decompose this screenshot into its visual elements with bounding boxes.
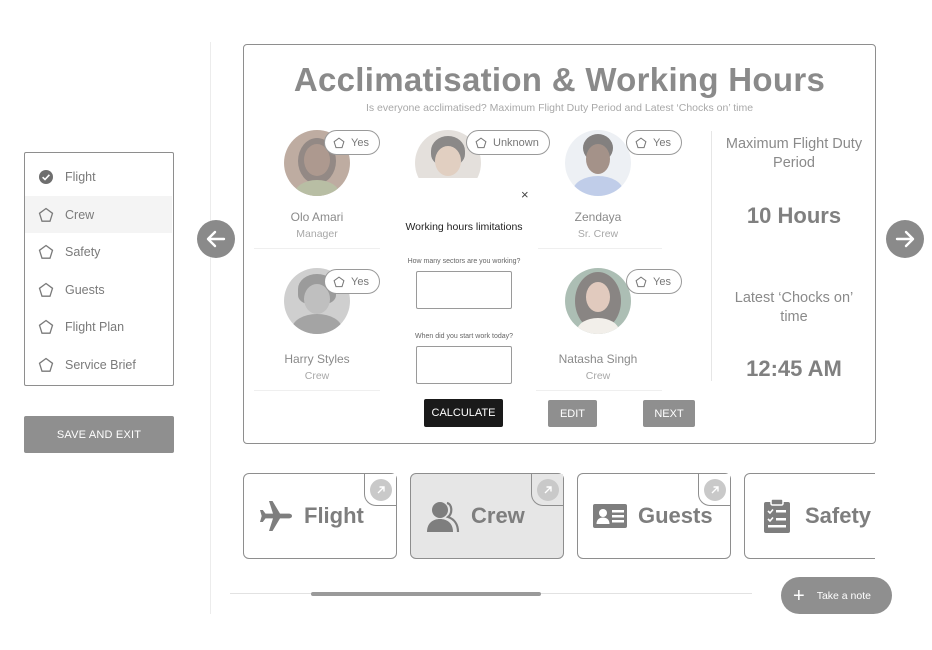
crew-role: Crew bbox=[585, 370, 611, 382]
status-label: Yes bbox=[653, 275, 671, 288]
sidebar-item-safety[interactable]: Safety bbox=[25, 233, 172, 270]
pentagon-icon bbox=[475, 136, 487, 148]
calculate-button[interactable]: CALCULATE bbox=[424, 399, 503, 427]
check-circle-icon bbox=[39, 169, 53, 184]
pentagon-icon bbox=[635, 275, 647, 287]
sidebar-nav: Flight Crew Safety Guests Flight Plan Se… bbox=[24, 152, 174, 386]
sidebar-item-flight-plan[interactable]: Flight Plan bbox=[25, 308, 172, 345]
chocks-on-label: Latest ‘Chocks on’ time bbox=[734, 290, 854, 325]
save-and-exit-button[interactable]: SAVE AND EXIT bbox=[24, 416, 174, 453]
max-fdp-value: 10 Hours bbox=[746, 203, 842, 228]
sidebar-item-label: Service Brief bbox=[65, 357, 136, 372]
pentagon-icon bbox=[333, 275, 345, 287]
previous-button[interactable] bbox=[197, 220, 235, 258]
row-divider bbox=[254, 248, 380, 249]
row-divider bbox=[254, 390, 380, 391]
pentagon-icon bbox=[635, 136, 647, 148]
carousel-scrollbar[interactable] bbox=[311, 592, 541, 596]
sidebar-item-label: Flight bbox=[65, 169, 96, 184]
arrow-left-icon bbox=[206, 230, 226, 248]
card-guests[interactable]: Guests bbox=[577, 473, 731, 559]
avatar bbox=[565, 268, 631, 334]
sidebar-item-label: Safety bbox=[65, 244, 101, 259]
close-icon[interactable]: × bbox=[521, 187, 529, 202]
status-chip[interactable]: Yes bbox=[324, 269, 380, 294]
crew-name: Olo Amari bbox=[290, 210, 344, 224]
working-hours-modal: × Working hours limitations How many sec… bbox=[390, 178, 538, 388]
card-label: Guests bbox=[638, 503, 713, 528]
crew-role: Sr. Crew bbox=[577, 228, 619, 240]
avatar bbox=[565, 130, 631, 196]
card-crew[interactable]: Crew bbox=[410, 473, 564, 559]
crew-role: Crew bbox=[304, 370, 330, 382]
max-fdp-label: Maximum Flight Duty Period bbox=[725, 136, 863, 171]
next-arrow-button[interactable] bbox=[886, 220, 924, 258]
plus-icon: + bbox=[793, 584, 805, 607]
sidebar-item-guests[interactable]: Guests bbox=[25, 271, 172, 308]
start-time-input[interactable] bbox=[416, 346, 512, 384]
card-label: Crew bbox=[471, 503, 525, 528]
card-corner bbox=[364, 474, 396, 506]
arrow-right-icon bbox=[895, 230, 915, 248]
pentagon-icon bbox=[38, 244, 54, 259]
crew-name: Natasha Singh bbox=[558, 352, 638, 366]
clipboard-icon bbox=[764, 498, 790, 533]
airplane-icon bbox=[260, 501, 292, 531]
sidebar-item-label: Flight Plan bbox=[65, 319, 125, 334]
pentagon-icon bbox=[38, 282, 54, 297]
crew-icon bbox=[427, 501, 460, 533]
pentagon-icon bbox=[333, 136, 345, 148]
card-safety[interactable]: Safety bbox=[744, 473, 875, 559]
sidebar-item-label: Crew bbox=[65, 207, 95, 222]
card-corner bbox=[531, 474, 563, 506]
sidebar-item-service-brief[interactable]: Service Brief bbox=[25, 346, 172, 383]
chocks-on-value: 12:45 AM bbox=[746, 356, 842, 381]
edit-button[interactable]: EDIT bbox=[548, 400, 597, 427]
status-label: Yes bbox=[351, 136, 369, 149]
card-label: Safety bbox=[805, 503, 872, 528]
take-a-note-label: Take a note bbox=[816, 589, 871, 602]
row-divider bbox=[536, 390, 662, 391]
acclimatisation-panel: Acclimatisation & Working Hours Is every… bbox=[243, 44, 876, 444]
sectors-input[interactable] bbox=[416, 271, 512, 309]
status-chip[interactable]: Yes bbox=[324, 130, 380, 155]
external-link-icon bbox=[369, 478, 392, 501]
card-corner bbox=[698, 474, 730, 506]
pentagon-icon bbox=[38, 319, 54, 334]
status-chip[interactable]: Yes bbox=[626, 269, 682, 294]
crew-role: Manager bbox=[296, 228, 338, 240]
sidebar-item-flight[interactable]: Flight bbox=[25, 158, 172, 195]
status-label: Unknown bbox=[493, 136, 539, 149]
row-divider bbox=[536, 248, 662, 249]
modal-title: Working hours limitations bbox=[405, 221, 523, 233]
external-link-icon bbox=[703, 478, 726, 501]
pentagon-icon bbox=[38, 207, 54, 222]
sidebar-item-label: Guests bbox=[65, 282, 105, 297]
external-link-icon bbox=[536, 478, 559, 501]
crew-name: Zendaya bbox=[574, 210, 622, 224]
start-time-question: When did you start work today? bbox=[414, 333, 514, 340]
page-title: Acclimatisation & Working Hours bbox=[293, 61, 826, 98]
sectors-question: How many sectors are you working? bbox=[407, 258, 521, 265]
pentagon-icon bbox=[38, 357, 54, 372]
crew-name: Harry Styles bbox=[284, 352, 350, 366]
status-chip[interactable]: Yes bbox=[626, 130, 682, 155]
page-subtitle: Is everyone acclimatised? Maximum Flight… bbox=[365, 102, 754, 114]
stats-divider bbox=[711, 131, 712, 381]
sidebar-item-crew[interactable]: Crew bbox=[25, 196, 172, 233]
layout-divider bbox=[210, 42, 211, 614]
card-label: Flight bbox=[304, 503, 364, 528]
section-cards-carousel: Flight Crew Guests Safety bbox=[243, 473, 875, 561]
take-a-note-button[interactable]: + Take a note bbox=[781, 577, 892, 614]
status-label: Yes bbox=[653, 136, 671, 149]
status-label: Yes bbox=[351, 275, 369, 288]
id-card-icon bbox=[593, 504, 627, 528]
next-button[interactable]: NEXT bbox=[643, 400, 695, 427]
card-flight[interactable]: Flight bbox=[243, 473, 397, 559]
